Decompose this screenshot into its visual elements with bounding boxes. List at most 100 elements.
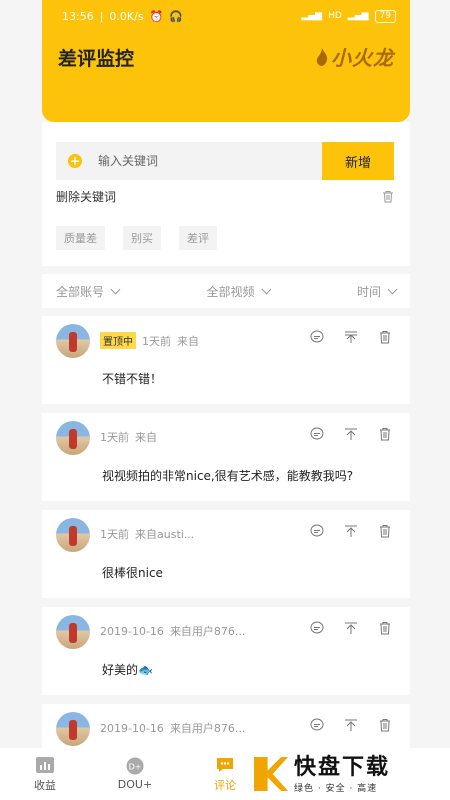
chevron-down-icon <box>261 284 271 294</box>
time-filter[interactable]: 时间 <box>356 283 398 300</box>
reply-icon[interactable] <box>310 621 324 635</box>
battery-indicator: 79 <box>374 9 396 23</box>
delete-keyword-row: 删除关键词 <box>56 186 394 206</box>
pin-icon[interactable] <box>344 524 358 538</box>
comment-item: 置顶中 1天前 来自 不错不错！ <box>42 316 410 404</box>
comment-actions <box>310 621 392 635</box>
comment-meta: 1天前 来自austi... <box>100 526 194 542</box>
brand-logo: 小火龙 <box>315 42 394 71</box>
pin-icon[interactable] <box>344 427 358 441</box>
status-bar: 13:56 | 0.0K/s ⏰ 🎧 ▂▄▆ HD ▂▄▆ 79 <box>62 8 396 24</box>
nav-item-earnings[interactable]: 收益 <box>0 748 90 800</box>
comment-text: 好美的🐟 <box>102 663 153 677</box>
filter-bar: 全部账号 全部视频 时间 <box>42 274 410 308</box>
avatar <box>56 518 90 552</box>
comment-text: 视视频拍的非常nice,很有艺术感，能教教我吗? <box>102 469 354 483</box>
avatar <box>56 421 90 455</box>
comment-date: 1天前 <box>100 431 129 444</box>
reply-icon[interactable] <box>310 330 324 344</box>
keyword-tags: 质量差 别买 差评 <box>56 226 217 250</box>
comment-item: 2019-10-16 来自用户876... 好美的🐟 <box>42 607 410 695</box>
signal-icon-2: ▂▄▆ <box>347 11 369 21</box>
comment-text: 不错不错！ <box>102 372 163 386</box>
nav-item-dou[interactable]: D+ DOU+ <box>90 748 180 800</box>
time-filter-label: 时间 <box>356 284 381 299</box>
watermark: 快盘下载 绿色 · 安全 · 高速 <box>254 748 444 800</box>
keyword-input-row: + 新增 <box>56 142 394 180</box>
keyword-tag[interactable]: 别买 <box>123 226 161 250</box>
account-filter[interactable]: 全部账号 <box>56 283 121 300</box>
avatar <box>56 712 90 746</box>
app-screen: 13:56 | 0.0K/s ⏰ 🎧 ▂▄▆ HD ▂▄▆ 79 差评监控 小火… <box>0 0 450 800</box>
delete-keyword-label: 删除关键词 <box>56 189 117 204</box>
comment-date: 2019-10-16 <box>100 624 164 638</box>
nav-label: 评论 <box>214 778 236 792</box>
watermark-title: 快盘下载 <box>294 754 391 780</box>
comment-bubble-icon <box>217 757 233 772</box>
nav-label: DOU+ <box>117 778 153 791</box>
reply-icon[interactable] <box>310 427 324 441</box>
comment-meta: 置顶中 1天前 来自 <box>100 332 199 349</box>
comment-item: 1天前 来自 视视频拍的非常nice,很有艺术感，能教教我吗? <box>42 413 410 501</box>
comment-text: 很棒很nice <box>102 566 163 580</box>
trash-icon[interactable] <box>378 718 392 732</box>
bar-chart-icon <box>36 756 54 773</box>
keyword-tag[interactable]: 差评 <box>179 226 217 250</box>
nav-label: 收益 <box>34 778 56 792</box>
avatar <box>56 324 90 358</box>
signal-icon: ▂▄▆ <box>301 11 323 21</box>
comment-meta: 2019-10-16 来自用户876... <box>100 623 245 639</box>
account-filter-label: 全部账号 <box>56 284 105 299</box>
watermark-logo-icon <box>254 757 288 791</box>
comment-date: 1天前 <box>100 528 129 541</box>
pin-icon[interactable] <box>344 718 358 732</box>
comment-date: 1天前 <box>142 334 171 348</box>
trash-icon[interactable] <box>382 190 394 203</box>
keyword-panel: + 新增 删除关键词 质量差 别买 差评 <box>42 122 410 266</box>
comment-actions <box>310 524 392 538</box>
alarm-icon: ⏰ <box>149 9 164 23</box>
comment-date: 2019-10-16 <box>100 721 164 735</box>
reply-icon[interactable] <box>310 524 324 538</box>
comment-source: 来自 <box>135 431 157 444</box>
comment-meta: 2019-10-16 来自用户876... <box>100 720 245 736</box>
watermark-subtitle: 绿色 · 安全 · 高速 <box>294 783 378 794</box>
hd-icon: HD <box>328 11 342 21</box>
trash-icon[interactable] <box>378 621 392 635</box>
headset-icon: 🎧 <box>169 9 183 23</box>
add-keyword-button[interactable]: 新增 <box>322 142 394 180</box>
trash-icon[interactable] <box>378 427 392 441</box>
svg-text:D+: D+ <box>129 763 142 772</box>
comment-actions <box>310 427 392 441</box>
comment-actions <box>310 718 392 732</box>
comment-meta: 1天前 来自 <box>100 429 157 445</box>
video-filter-label: 全部视频 <box>206 284 255 299</box>
avatar <box>56 615 90 649</box>
chevron-down-icon <box>387 284 398 294</box>
page-title: 差评监控 <box>58 48 135 70</box>
comment-item: 1天前 来自austi... 很棒很nice <box>42 510 410 598</box>
unpin-icon[interactable] <box>344 330 358 344</box>
comment-source: 来自 <box>177 334 199 348</box>
reply-icon[interactable] <box>310 718 324 732</box>
comment-source: 来自austi... <box>135 528 195 541</box>
header: 13:56 | 0.0K/s ⏰ 🎧 ▂▄▆ HD ▂▄▆ 79 差评监控 小火… <box>42 0 410 122</box>
chevron-down-icon <box>110 284 121 294</box>
status-time: 13:56 <box>62 9 94 23</box>
flame-icon <box>316 47 328 66</box>
pinned-badge: 置顶中 <box>100 332 136 349</box>
trash-icon[interactable] <box>378 524 392 538</box>
comment-source: 来自用户876... <box>169 722 246 735</box>
status-separator: | <box>99 9 104 23</box>
keyword-input[interactable] <box>98 154 298 168</box>
video-filter[interactable]: 全部视频 <box>206 283 271 300</box>
pin-icon[interactable] <box>344 621 358 635</box>
status-speed: 0.0K/s <box>109 9 144 23</box>
dou-plus-icon: D+ <box>126 757 144 775</box>
keyword-tag[interactable]: 质量差 <box>56 226 105 250</box>
trash-icon[interactable] <box>378 330 392 344</box>
comment-source: 来自用户876... <box>169 625 246 638</box>
comment-actions <box>310 330 392 344</box>
plus-icon: + <box>68 154 82 168</box>
brand-name: 小火龙 <box>331 46 394 70</box>
